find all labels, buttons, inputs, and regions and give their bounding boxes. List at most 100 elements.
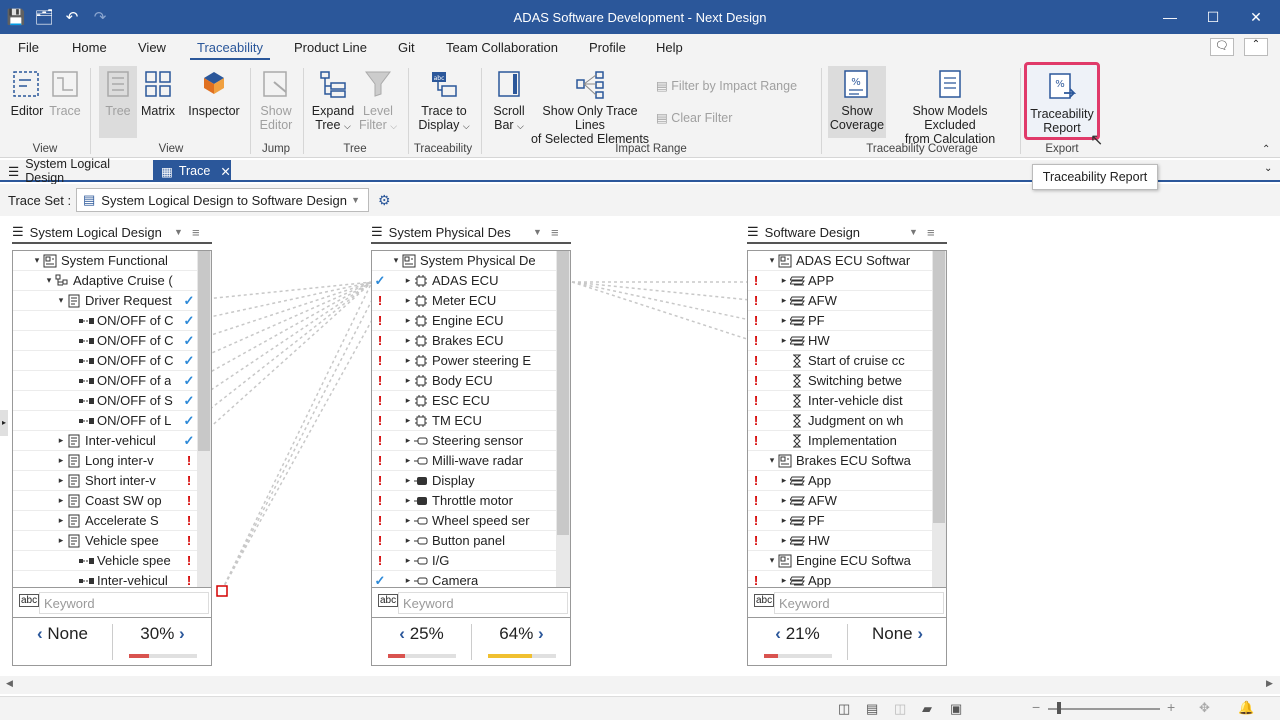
inspector-button[interactable]: Inspector xyxy=(186,68,242,118)
collapse-ribbon-icon[interactable]: ⌃ xyxy=(1244,38,1268,56)
show-models-excluded-button[interactable]: Show Models Excluded from Calculation xyxy=(888,68,1012,146)
clear-filter-button[interactable]: ▤ Clear Filter xyxy=(656,111,812,125)
move-icon[interactable]: ✥ xyxy=(1199,700,1210,716)
zoom-out-icon[interactable]: − xyxy=(1032,699,1040,715)
tree-row[interactable]: ✓ ▾ Driver Request xyxy=(13,291,197,311)
editor-button[interactable]: Editor xyxy=(8,68,46,118)
layout-split-horizontal-icon[interactable]: ▤ xyxy=(866,701,878,717)
tree-row[interactable]: ▾ Adaptive Cruise ( xyxy=(13,271,197,291)
expand-arrow-icon[interactable]: ▸ xyxy=(55,435,67,446)
tree-row[interactable]: ✓ ON/OFF of C xyxy=(13,331,197,351)
expand-arrow-icon[interactable]: ▸ xyxy=(402,495,414,506)
tree-row[interactable]: ! ▸ Coast SW op xyxy=(13,491,197,511)
tree-row[interactable]: ✓ ▸ Inter-vehicul xyxy=(13,431,197,451)
tree-row[interactable]: ! Vehicle spee xyxy=(13,551,197,571)
tree-row[interactable]: ! ▸ App xyxy=(748,471,932,491)
vertical-scrollbar[interactable] xyxy=(932,251,946,587)
notification-bell-icon[interactable]: 🔔 xyxy=(1238,700,1254,716)
minimize-button[interactable]: — xyxy=(1150,4,1190,30)
maximize-button[interactable]: ☐ xyxy=(1193,4,1233,30)
expand-arrow-icon[interactable]: ▸ xyxy=(778,575,790,586)
show-coverage-button[interactable]: % Show Coverage xyxy=(828,66,886,138)
tree-row[interactable]: ▾ Engine ECU Softwa xyxy=(748,551,932,571)
expand-arrow-icon[interactable]: ▸ xyxy=(778,535,790,546)
column-options-icon[interactable]: ≡ xyxy=(551,225,559,240)
show-editor-button[interactable]: Show Editor xyxy=(255,68,297,132)
tree-row[interactable]: ▾ Brakes ECU Softwa xyxy=(748,451,932,471)
tree-row[interactable]: ! ▸ Milli-wave radar xyxy=(372,451,556,471)
menu-traceability[interactable]: Traceability xyxy=(197,40,263,55)
expand-arrow-icon[interactable]: ▾ xyxy=(43,275,55,286)
tree-row[interactable]: ! ▸ Brakes ECU xyxy=(372,331,556,351)
tree-row[interactable]: ! ▸ Vehicle spee xyxy=(13,531,197,551)
tree-row[interactable]: ! Implementation xyxy=(748,431,932,451)
tree-row[interactable]: ! Start of cruise cc xyxy=(748,351,932,371)
tree-row[interactable]: ✓ ▸ Camera xyxy=(372,571,556,588)
scrollbar-thumb[interactable] xyxy=(198,251,210,451)
tree-row[interactable]: ! ▸ Short inter-v xyxy=(13,471,197,491)
tree-row[interactable]: ! Switching betwe xyxy=(748,371,932,391)
scrollbar-thumb[interactable] xyxy=(933,251,945,523)
expand-arrow-icon[interactable]: ▸ xyxy=(402,355,414,366)
scroll-left-icon[interactable]: ◀ xyxy=(6,678,13,689)
expand-arrow-icon[interactable]: ▸ xyxy=(55,475,67,486)
coverage-right[interactable]: None › xyxy=(848,618,947,664)
keyword-input[interactable]: Keyword xyxy=(39,592,209,614)
expand-arrow-icon[interactable]: ▸ xyxy=(402,295,414,306)
tree-row[interactable]: ✓ ON/OFF of S xyxy=(13,391,197,411)
coverage-right[interactable]: 64% › xyxy=(472,618,571,664)
tree-row[interactable]: ▾ System Functional xyxy=(13,251,197,271)
zoom-slider[interactable] xyxy=(1048,708,1160,710)
tab-trace[interactable]: ▦ Trace ✕ xyxy=(153,160,231,182)
tree-row[interactable]: ! ▸ PF xyxy=(748,511,932,531)
expand-arrow-icon[interactable]: ▾ xyxy=(390,255,402,266)
tree-row[interactable]: ✓ ON/OFF of C xyxy=(13,351,197,371)
menu-profile[interactable]: Profile xyxy=(589,40,626,55)
traceability-report-button[interactable]: % Traceability Report xyxy=(1024,62,1100,140)
trace-to-display-button[interactable]: abc Trace to Display ⌵ xyxy=(416,68,472,133)
menu-home[interactable]: Home xyxy=(72,40,107,55)
layout-single-icon[interactable]: ◫ xyxy=(838,701,850,717)
menu-file[interactable]: File xyxy=(18,40,39,55)
coverage-left[interactable]: ‹ 21% xyxy=(748,618,847,664)
menu-git[interactable]: Git xyxy=(398,40,415,55)
tab-system-logical-design[interactable]: ☰ System Logical Design xyxy=(0,157,152,185)
expand-arrow-icon[interactable]: ▸ xyxy=(55,495,67,506)
show-only-trace-lines-button[interactable]: Show Only Trace Lines of Selected Elemen… xyxy=(530,68,650,146)
expand-arrow-icon[interactable]: ▸ xyxy=(402,335,414,346)
comment-icon[interactable]: 🗨 xyxy=(1210,38,1234,56)
zoom-in-icon[interactable]: + xyxy=(1167,699,1175,715)
coverage-left[interactable]: ‹ 25% xyxy=(372,618,471,664)
level-filter-button[interactable]: Level Filter ⌵ xyxy=(358,68,398,133)
chevron-down-icon[interactable]: ▼ xyxy=(533,227,542,237)
layout-diagonal-icon[interactable]: ▰ xyxy=(922,701,932,717)
tree-row[interactable]: ! ▸ Body ECU xyxy=(372,371,556,391)
tree-view[interactable]: ▾ System Physical De ✓ ▸ ADAS ECU! ▸ Meter ECU… xyxy=(371,250,571,588)
tree-row[interactable]: ! ▸ PF xyxy=(748,311,932,331)
expand-arrow-icon[interactable]: ▸ xyxy=(778,515,790,526)
expand-arrow-icon[interactable]: ▾ xyxy=(766,255,778,266)
tree-view[interactable]: ▾ System Functional ▾ Adaptive Cruise (✓ ▾ Dr… xyxy=(12,250,212,588)
column-options-icon[interactable]: ≡ xyxy=(192,225,200,240)
vertical-scrollbar[interactable] xyxy=(556,251,570,587)
expand-arrow-icon[interactable]: ▾ xyxy=(766,555,778,566)
expand-arrow-icon[interactable]: ▸ xyxy=(55,535,67,546)
tree-button[interactable]: Tree xyxy=(99,66,137,138)
matrix-button[interactable]: Matrix xyxy=(139,68,177,118)
scroll-bar-button[interactable]: Scroll Bar ⌵ xyxy=(488,68,530,133)
tree-row[interactable]: ! ▸ Engine ECU xyxy=(372,311,556,331)
tree-row[interactable]: ! ▸ ESC ECU xyxy=(372,391,556,411)
expand-arrow-icon[interactable]: ▸ xyxy=(402,455,414,466)
close-button[interactable]: ✕ xyxy=(1236,4,1276,30)
expand-arrow-icon[interactable]: ▾ xyxy=(766,455,778,466)
tree-row[interactable]: ! ▸ Power steering E xyxy=(372,351,556,371)
expand-arrow-icon[interactable]: ▸ xyxy=(402,415,414,426)
expand-arrow-icon[interactable]: ▸ xyxy=(402,475,414,486)
tree-view[interactable]: ▾ ADAS ECU Softwar! ▸ APP! ▸ AFW! ▸ PF! ▸ HW! Star… xyxy=(747,250,947,588)
scroll-right-icon[interactable]: ▶ xyxy=(1266,678,1273,689)
tree-row[interactable]: ! ▸ HW xyxy=(748,531,932,551)
tree-row[interactable]: ! ▸ Throttle motor xyxy=(372,491,556,511)
expand-arrow-icon[interactable]: ▸ xyxy=(402,315,414,326)
expand-arrow-icon[interactable]: ▸ xyxy=(778,275,790,286)
expand-arrow-icon[interactable]: ▸ xyxy=(402,555,414,566)
